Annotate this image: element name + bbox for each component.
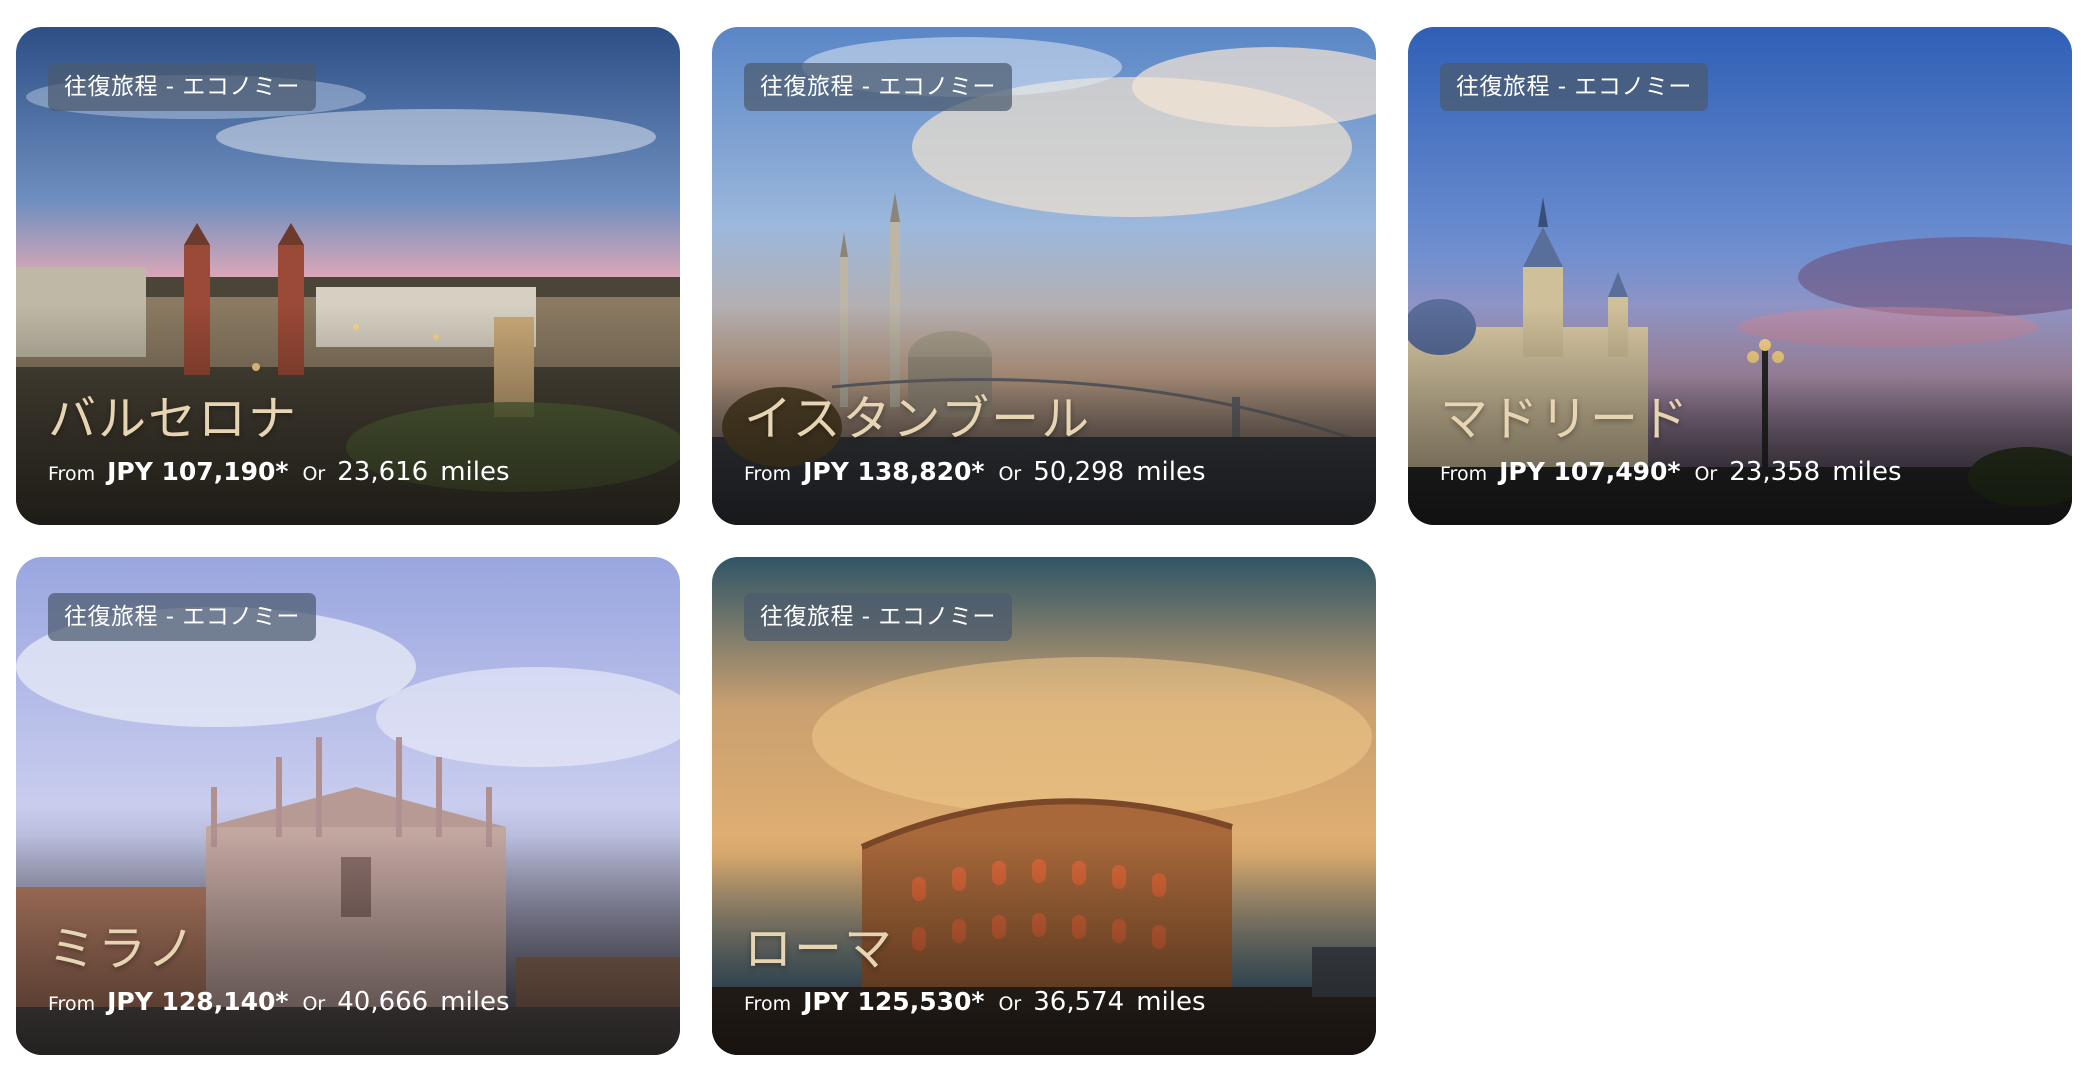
price-line: From JPY 107,490* Or 23,358 miles [1440, 457, 1902, 487]
trip-type-badge: 往復旅程 - エコノミー [1440, 63, 1708, 111]
miles-amount: 23,358 [1729, 457, 1821, 487]
or-label: Or [1694, 463, 1718, 485]
miles-amount: 36,574 [1033, 987, 1125, 1017]
fare-price: JPY 107,190* [107, 457, 289, 486]
trip-type-badge: 往復旅程 - エコノミー [48, 593, 316, 641]
destination-card-rome[interactable]: 往復旅程 - エコノミー ローマ From JPY 125,530* Or 36… [712, 557, 1376, 1055]
trip-type-badge: 往復旅程 - エコノミー [48, 63, 316, 111]
miles-amount: 40,666 [337, 987, 429, 1017]
price-line: From JPY 125,530* Or 36,574 miles [744, 987, 1206, 1017]
trip-type-badge: 往復旅程 - エコノミー [744, 63, 1012, 111]
price-line: From JPY 128,140* Or 40,666 miles [48, 987, 510, 1017]
fare-price: JPY 128,140* [107, 987, 289, 1016]
miles-unit: miles [1832, 457, 1902, 487]
fare-price: JPY 125,530* [803, 987, 985, 1016]
fare-price: JPY 138,820* [803, 457, 985, 486]
fare-price: JPY 107,490* [1499, 457, 1681, 486]
or-label: Or [302, 463, 326, 485]
destination-card-milan[interactable]: 往復旅程 - エコノミー ミラノ From JPY 128,140* Or 40… [16, 557, 680, 1055]
miles-unit: miles [440, 987, 510, 1017]
city-name: イスタンブール [744, 391, 1092, 447]
trip-type-badge: 往復旅程 - エコノミー [744, 593, 1012, 641]
destination-card-barcelona[interactable]: 往復旅程 - エコノミー バルセロナ From JPY 107,190* Or … [16, 27, 680, 525]
or-label: Or [302, 993, 326, 1015]
miles-unit: miles [440, 457, 510, 487]
destination-card-madrid[interactable]: 往復旅程 - エコノミー マドリード From JPY 107,490* Or … [1408, 27, 2072, 525]
from-label: From [744, 993, 792, 1015]
miles-unit: miles [1136, 457, 1206, 487]
price-line: From JPY 138,820* Or 50,298 miles [744, 457, 1206, 487]
miles-unit: miles [1136, 987, 1206, 1017]
from-label: From [48, 993, 96, 1015]
destination-card-istanbul[interactable]: 往復旅程 - エコノミー イスタンブール From JPY 138,820* O… [712, 27, 1376, 525]
city-name: ローマ [744, 921, 895, 977]
city-name: マドリード [1440, 391, 1691, 447]
from-label: From [48, 463, 96, 485]
price-line: From JPY 107,190* Or 23,616 miles [48, 457, 510, 487]
city-name: ミラノ [48, 921, 198, 977]
city-name: バルセロナ [48, 391, 299, 447]
from-label: From [1440, 463, 1488, 485]
or-label: Or [998, 993, 1022, 1015]
miles-amount: 50,298 [1033, 457, 1125, 487]
miles-amount: 23,616 [337, 457, 429, 487]
or-label: Or [998, 463, 1022, 485]
from-label: From [744, 463, 792, 485]
